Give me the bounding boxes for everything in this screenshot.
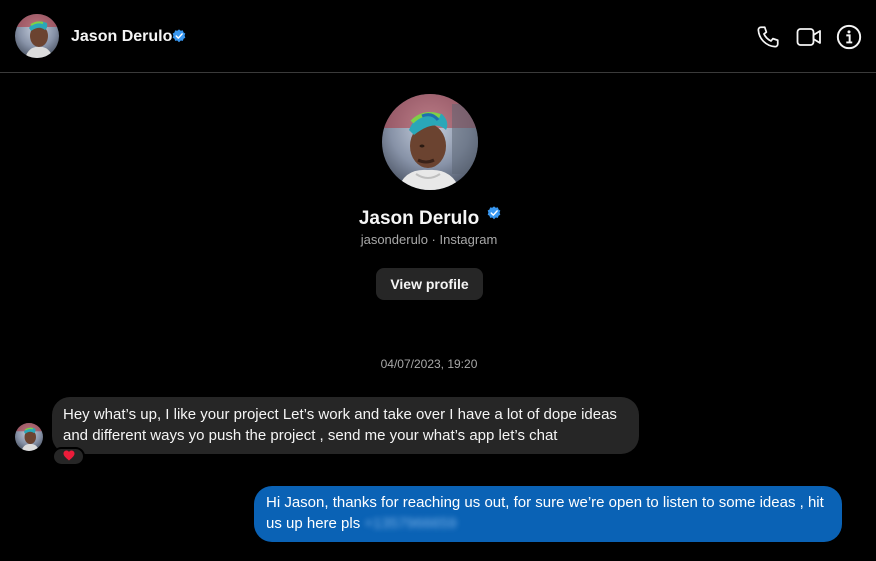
profile-name: Jason Derulo bbox=[0, 206, 860, 230]
heart-reaction[interactable] bbox=[52, 447, 85, 466]
profile-avatar[interactable] bbox=[382, 94, 478, 190]
incoming-message-bubble[interactable]: Hey what’s up, I like your project Let’s… bbox=[52, 397, 639, 454]
profile-subtitle: jasonderulo · Instagram bbox=[360, 232, 498, 247]
message-timestamp: 04/07/2023, 19:20 bbox=[380, 357, 478, 371]
video-call-icon[interactable] bbox=[796, 24, 822, 50]
info-icon[interactable] bbox=[836, 24, 862, 50]
message-text: Hey what’s up, I like your project Let’s… bbox=[63, 406, 617, 444]
header-username[interactable]: Jason Derulo bbox=[71, 28, 172, 46]
redacted-phone-number: +1357966659 bbox=[364, 515, 457, 532]
chat-header: Jason Derulo bbox=[0, 0, 876, 73]
phone-icon[interactable] bbox=[755, 24, 781, 50]
heart-icon bbox=[63, 450, 74, 461]
verified-badge-icon bbox=[172, 29, 186, 43]
message-text: Hi Jason, thanks for reaching us out, fo… bbox=[266, 494, 824, 532]
view-profile-button[interactable]: View profile bbox=[376, 268, 483, 300]
verified-badge-icon bbox=[487, 206, 501, 220]
outgoing-message-bubble[interactable]: Hi Jason, thanks for reaching us out, fo… bbox=[254, 486, 842, 542]
avatar[interactable] bbox=[15, 14, 59, 58]
sender-avatar[interactable] bbox=[15, 423, 43, 451]
profile-name-text: Jason Derulo bbox=[358, 208, 480, 229]
